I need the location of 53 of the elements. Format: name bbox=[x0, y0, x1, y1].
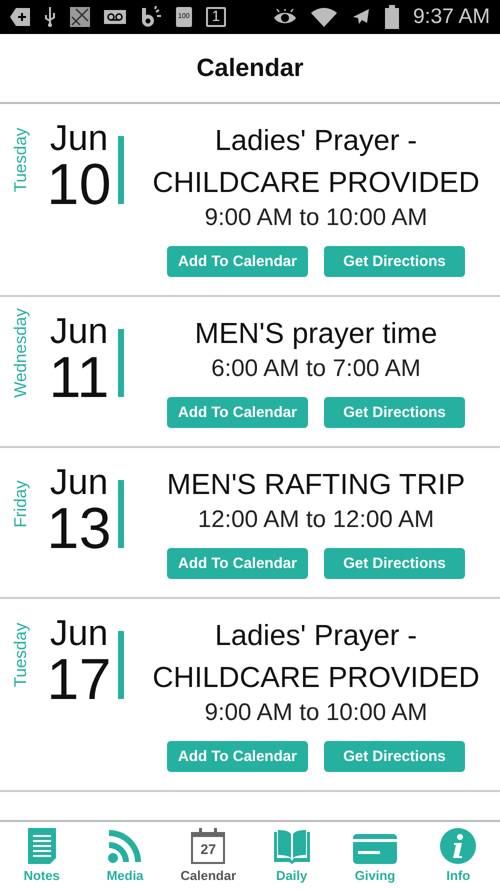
get-directions-button[interactable]: Get Directions bbox=[324, 548, 465, 580]
voicemail-icon bbox=[104, 10, 126, 24]
event-day: 11 bbox=[48, 349, 110, 408]
eye-icon bbox=[272, 9, 297, 25]
event-day: 13 bbox=[46, 500, 112, 558]
accent-bar bbox=[118, 136, 124, 204]
rss-icon bbox=[106, 828, 143, 864]
nav-tab[interactable]: Notes bbox=[0, 822, 84, 889]
event-day: 17 bbox=[46, 651, 112, 710]
calendar-badge: 1 bbox=[206, 6, 226, 28]
info-icon bbox=[440, 828, 476, 864]
b-logo-icon bbox=[140, 6, 162, 28]
nav-tab[interactable]: Media bbox=[83, 822, 167, 889]
get-directions-button[interactable]: Get Directions bbox=[324, 741, 465, 772]
add-to-calendar-button[interactable]: Add To Calendar bbox=[167, 741, 308, 772]
event-day: 10 bbox=[46, 156, 112, 214]
page-title: Calendar bbox=[196, 54, 304, 82]
event-time: 6:00 AM to 7:00 AM bbox=[211, 355, 421, 384]
nav-tab[interactable]: Info bbox=[416, 822, 500, 889]
event-weekday: Wednesday bbox=[11, 308, 31, 398]
notes-icon bbox=[28, 828, 56, 864]
accent-bar bbox=[118, 631, 124, 700]
add-tag-icon bbox=[10, 8, 30, 26]
event-weekday: Tuesday bbox=[11, 622, 31, 688]
add-to-calendar-button[interactable]: Add To Calendar bbox=[167, 548, 308, 580]
clock: 9:37 AM bbox=[412, 5, 490, 29]
event-month: Jun bbox=[50, 313, 108, 350]
event-weekday: Friday bbox=[11, 480, 31, 528]
get-directions-button[interactable]: Get Directions bbox=[324, 397, 465, 428]
event-month: Jun bbox=[50, 464, 108, 500]
nav-tab[interactable]: 27 Calendar bbox=[166, 822, 250, 889]
nav-tab[interactable]: Giving bbox=[333, 822, 417, 889]
event-time: 9:00 AM to 10:00 AM bbox=[204, 204, 428, 232]
event-month: Jun bbox=[50, 120, 108, 156]
event-title: Ladies' Prayer - CHILDCARE PROVIDED bbox=[151, 124, 481, 202]
battery-icon bbox=[384, 5, 399, 29]
add-to-calendar-button[interactable]: Add To Calendar bbox=[167, 397, 308, 428]
get-directions-button[interactable]: Get Directions bbox=[324, 246, 465, 278]
nav-tab[interactable]: Daily bbox=[250, 822, 334, 889]
book-icon bbox=[272, 828, 312, 864]
card-icon bbox=[352, 834, 397, 864]
usb-icon bbox=[44, 7, 56, 27]
event-weekday: Tuesday bbox=[11, 128, 31, 192]
wifi-icon bbox=[310, 7, 337, 27]
event-time: 12:00 AM to 12:00 AM bbox=[198, 506, 434, 534]
event-title: MEN'S RAFTING TRIP bbox=[166, 468, 466, 504]
accent-bar bbox=[118, 480, 124, 548]
event-time: 9:00 AM to 10:00 AM bbox=[204, 699, 428, 728]
event-title: MEN'S prayer time bbox=[194, 317, 438, 352]
accent-bar bbox=[118, 329, 124, 398]
add-to-calendar-button[interactable]: Add To Calendar bbox=[167, 246, 308, 278]
event-month: Jun bbox=[50, 615, 108, 652]
event-title: Ladies' Prayer - CHILDCARE PROVIDED bbox=[151, 619, 481, 696]
